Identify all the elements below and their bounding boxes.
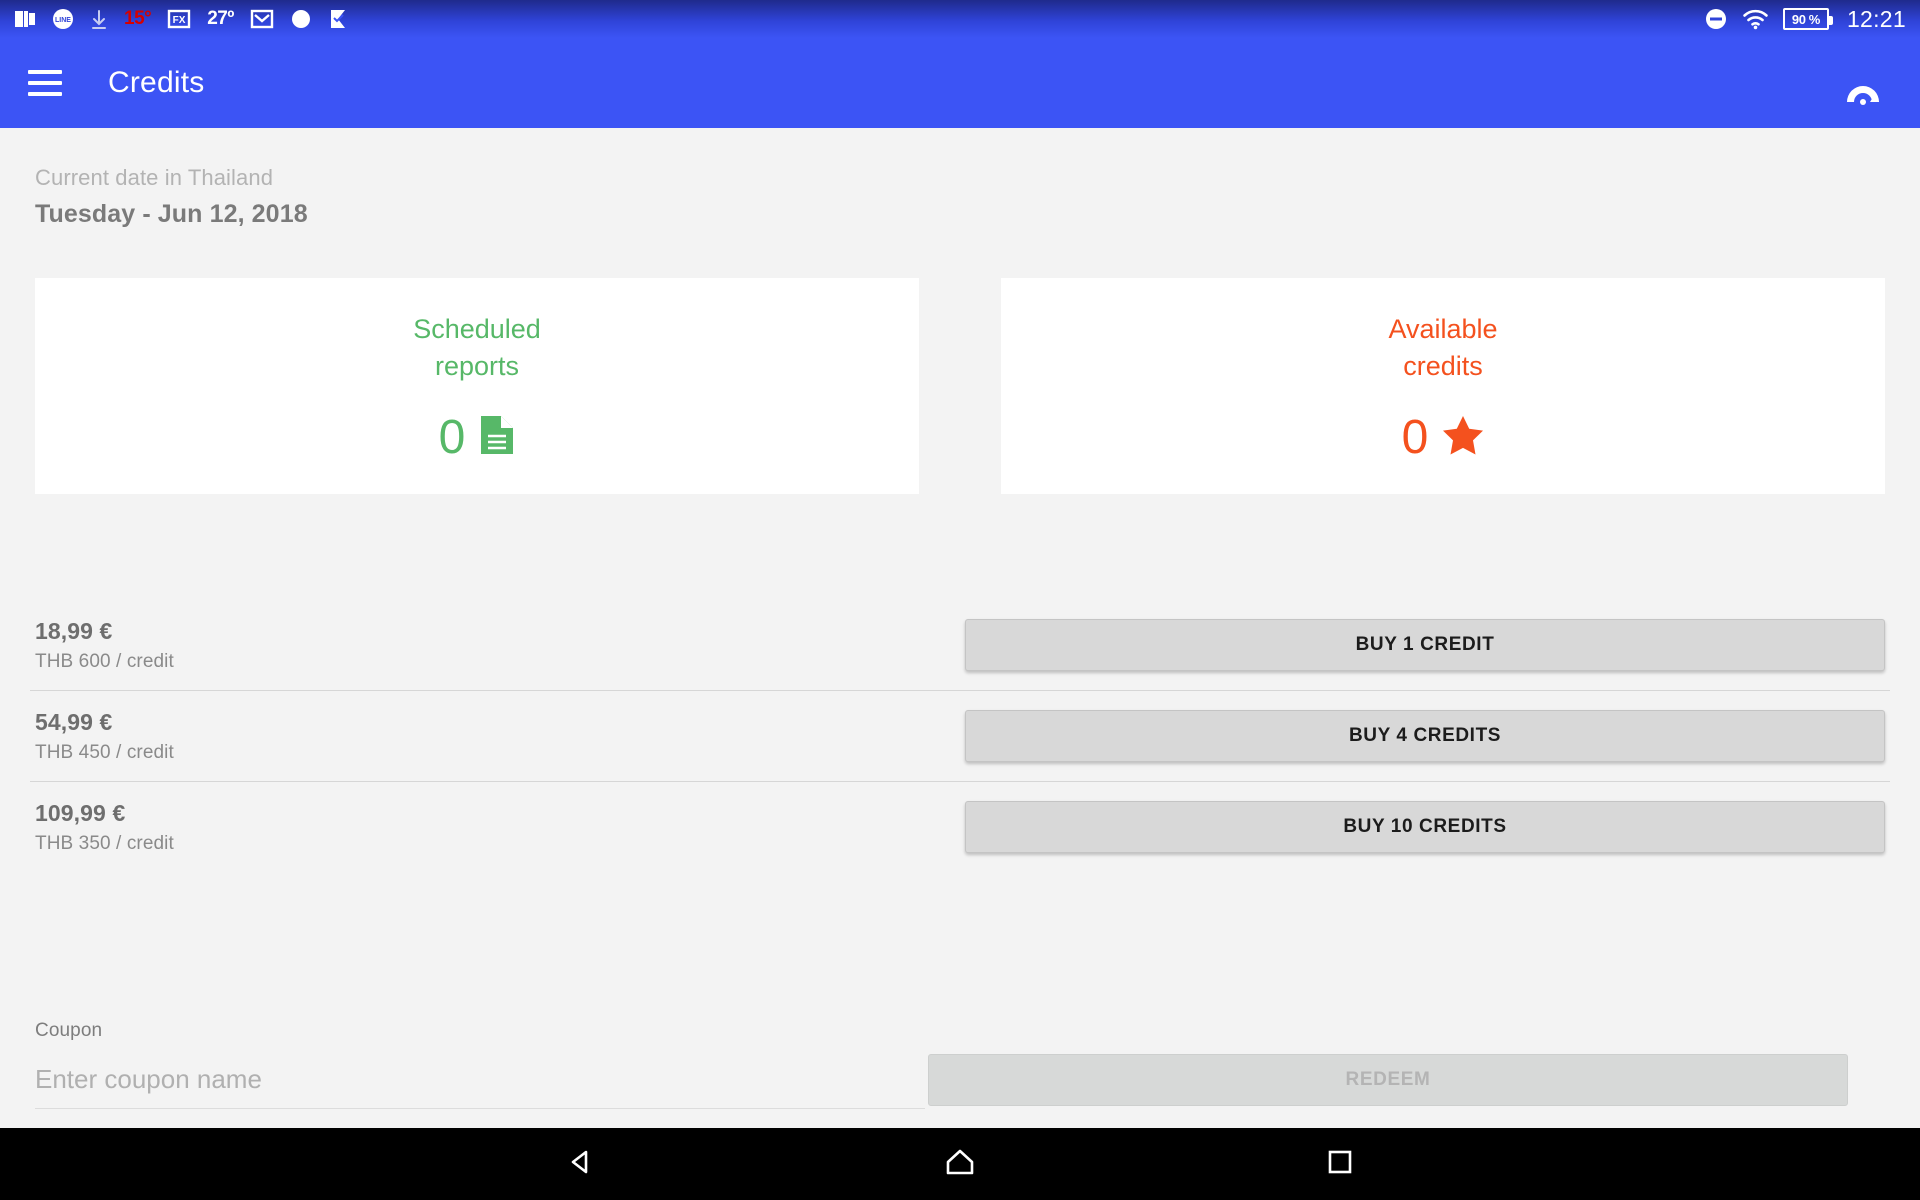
- available-credits-count: 0: [1401, 410, 1429, 464]
- back-triangle-icon: [565, 1147, 595, 1182]
- available-credits-title-line2: credits: [1403, 350, 1483, 381]
- document-icon: [479, 414, 515, 461]
- app-shortcut-icon: [14, 8, 36, 30]
- package-info: 109,99 € THB 350 / credit: [35, 800, 835, 855]
- status-bar: LINE 15° FX 27º 90 % 12:21: [0, 0, 1920, 38]
- package-price: 18,99 €: [35, 617, 113, 644]
- scheduled-reports-value-row: 0: [438, 410, 516, 464]
- credit-packages-list: 18,99 € THB 600 / credit BUY 1 CREDIT 54…: [0, 600, 1920, 872]
- scheduled-reports-title: Scheduled reports: [413, 311, 541, 385]
- wifi-icon: [1742, 8, 1769, 30]
- svg-text:FX: FX: [173, 15, 186, 26]
- summary-cards: Scheduled reports 0 Available credits 0: [35, 278, 1885, 494]
- buy-1-credit-button[interactable]: BUY 1 CREDIT: [965, 619, 1885, 671]
- package-rate: THB 600 / credit: [35, 650, 174, 672]
- scheduled-reports-count: 0: [438, 410, 466, 464]
- restore-purchases-button[interactable]: [1836, 55, 1892, 111]
- table-row: 18,99 € THB 600 / credit BUY 1 CREDIT: [0, 600, 1920, 690]
- file-explorer-icon: FX: [167, 8, 191, 30]
- nav-home-button[interactable]: [865, 1146, 1055, 1183]
- star-icon: [1442, 415, 1484, 460]
- download-arrow-icon: [90, 8, 108, 30]
- app-bar: Credits: [0, 38, 1920, 128]
- table-row: 54,99 € THB 450 / credit BUY 4 CREDITS: [0, 691, 1920, 781]
- buy-4-credits-button[interactable]: BUY 4 CREDITS: [965, 710, 1885, 762]
- do-not-disturb-icon: [1704, 7, 1728, 31]
- gmail-icon: [250, 8, 274, 30]
- nav-recents-button[interactable]: [1245, 1148, 1435, 1181]
- buy-10-credits-button[interactable]: BUY 10 CREDITS: [965, 801, 1885, 853]
- current-date-value: Tuesday - Jun 12, 2018: [35, 200, 308, 228]
- scheduled-reports-card: Scheduled reports 0: [35, 278, 919, 494]
- restore-purchases-icon: [1838, 77, 1888, 128]
- package-price: 109,99 €: [35, 799, 126, 826]
- circle-icon: [290, 8, 312, 30]
- recents-square-icon: [1326, 1148, 1354, 1181]
- android-screen: LINE 15° FX 27º 90 % 12:21 Credits Curre…: [0, 0, 1920, 1200]
- available-credits-title: Available credits: [1388, 311, 1497, 385]
- package-price: 54,99 €: [35, 708, 113, 735]
- package-info: 18,99 € THB 600 / credit: [35, 618, 835, 673]
- coupon-label: Coupon: [35, 1020, 103, 1041]
- scheduled-reports-title-line2: reports: [434, 350, 520, 381]
- nav-back-button[interactable]: [485, 1147, 675, 1182]
- table-row: 109,99 € THB 350 / credit BUY 10 CREDITS: [0, 782, 1920, 872]
- coupon-input[interactable]: [35, 1064, 925, 1109]
- current-date-block: Current date in Thailand Tuesday - Jun 1…: [35, 165, 308, 229]
- available-credits-value-row: 0: [1401, 410, 1485, 464]
- available-credits-title-line1: Available: [1388, 313, 1498, 344]
- scheduled-reports-title-line1: Scheduled: [413, 313, 541, 344]
- available-credits-card: Available credits 0: [1001, 278, 1885, 494]
- coupon-field-group: Coupon: [35, 1020, 925, 1109]
- line-app-icon: LINE: [52, 8, 74, 30]
- package-rate: THB 450 / credit: [35, 741, 174, 763]
- status-bar-clock: 12:21: [1846, 5, 1906, 32]
- home-icon: [944, 1146, 976, 1183]
- temperature-alert-icon: 15°: [124, 8, 152, 29]
- android-navigation-bar: [0, 1128, 1920, 1200]
- checkmark-flag-icon: [328, 8, 348, 30]
- current-date-label: Current date in Thailand: [35, 165, 274, 190]
- hamburger-menu-icon[interactable]: [28, 70, 62, 96]
- status-bar-system: 90 % 12:21: [1704, 6, 1906, 33]
- redeem-button[interactable]: REDEEM: [928, 1054, 1848, 1106]
- weather-temp-icon: 27º: [207, 8, 234, 29]
- package-info: 54,99 € THB 450 / credit: [35, 709, 835, 764]
- package-rate: THB 350 / credit: [35, 832, 174, 854]
- status-bar-notifications: LINE 15° FX 27º: [14, 8, 348, 30]
- coupon-section: Coupon REDEEM: [35, 1020, 1885, 1109]
- page-title: Credits: [108, 66, 205, 99]
- svg-text:LINE: LINE: [55, 17, 71, 24]
- battery-indicator: 90 %: [1782, 8, 1833, 30]
